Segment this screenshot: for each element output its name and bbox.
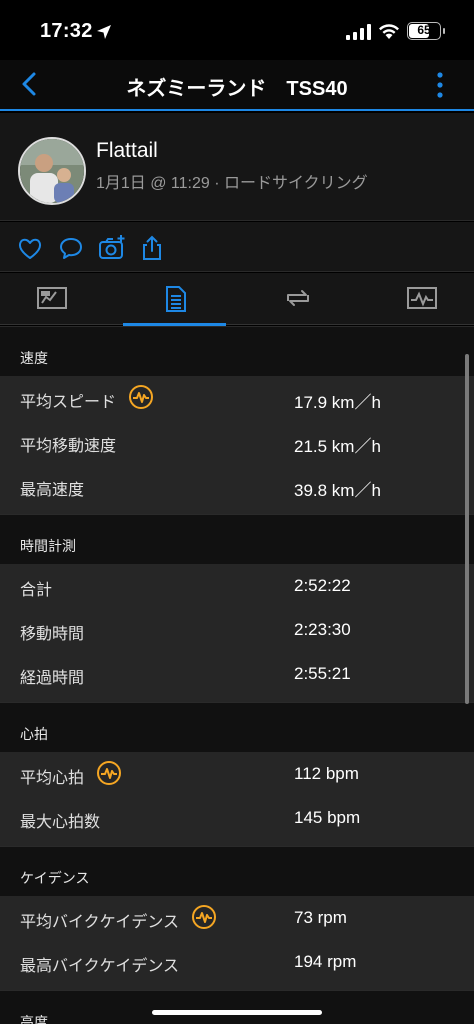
stat-row: 最大心拍数 145 bpm — [0, 796, 474, 840]
battery-percent: 65 — [417, 23, 431, 37]
more-vertical-icon[interactable] — [430, 70, 450, 100]
tab-map[interactable] — [0, 273, 103, 325]
section-header: 心拍 — [0, 702, 474, 752]
stat-label: 平均心拍 — [20, 770, 85, 787]
location-arrow-icon — [97, 25, 111, 39]
battery-icon: 65 — [407, 22, 441, 40]
stat-label: 平均移動速度 — [20, 438, 117, 455]
stat-row: 最高バイクケイデンス 194 rpm — [0, 940, 474, 984]
tab-laps[interactable] — [246, 273, 349, 325]
wifi-icon — [379, 24, 399, 39]
cellular-signal-icon — [346, 24, 371, 40]
heart-icon[interactable] — [16, 234, 44, 262]
heart-rate-badge-icon[interactable] — [96, 760, 122, 786]
section-title: 高度 — [20, 1014, 48, 1024]
stat-value: 73 rpm — [294, 908, 347, 927]
stat-value: 2:55:21 — [294, 664, 351, 683]
stat-value: 21.5 km／h — [294, 437, 381, 456]
stat-label: 合計 — [20, 582, 53, 599]
status-bar: 17:32 65 — [0, 0, 474, 60]
tab-chart[interactable] — [370, 273, 473, 325]
section-title: 速度 — [20, 350, 48, 366]
home-indicator — [152, 1010, 322, 1015]
stat-value: 2:23:30 — [294, 620, 351, 639]
page-title: ネズミーランド TSS40 — [126, 78, 348, 100]
stat-label: 最大心拍数 — [20, 814, 101, 831]
chart-icon — [407, 287, 437, 309]
section-title: ケイデンス — [20, 870, 90, 886]
stat-value: 194 rpm — [294, 952, 357, 971]
stat-row: 平均バイクケイデンス 73 rpm — [0, 896, 474, 940]
add-photo-icon[interactable] — [98, 234, 126, 262]
stat-label: 最高バイクケイデンス — [20, 958, 180, 975]
activity-header: Flattail 1月1日 @ 11:29 · ロードサイクリング — [0, 113, 474, 221]
stat-label: 移動時間 — [20, 626, 85, 643]
scrollbar[interactable] — [465, 354, 469, 704]
stat-row: 平均移動速度 21.5 km／h — [0, 420, 474, 464]
comment-icon[interactable] — [57, 234, 85, 262]
stat-value: 145 bpm — [294, 808, 361, 827]
stat-row: 最高速度 39.8 km／h — [0, 464, 474, 508]
stat-label: 平均バイクケイデンス — [20, 914, 180, 931]
stat-row: 合計 2:52:22 — [0, 564, 474, 608]
stat-value: 2:52:22 — [294, 576, 351, 595]
section-header: 高度 — [0, 990, 474, 1024]
stat-label: 経過時間 — [20, 670, 85, 687]
map-icon — [37, 287, 67, 309]
stats-list[interactable]: 速度平均スピード 17.9 km／h 平均移動速度 21.5 km／h 最高速度 39.8… — [0, 326, 474, 1024]
stat-label: 最高速度 — [20, 482, 85, 499]
tab-bar — [0, 273, 474, 326]
laps-icon — [287, 290, 309, 306]
user-name[interactable]: Flattail — [96, 139, 158, 163]
nav-bar: ネズミーランド TSS40 — [0, 60, 474, 111]
section-title: 心拍 — [20, 726, 48, 742]
section-header: 速度 — [0, 326, 474, 376]
heart-rate-badge-icon[interactable] — [128, 384, 154, 410]
stat-row: 平均心拍 112 bpm — [0, 752, 474, 796]
stat-value: 112 bpm — [294, 764, 359, 783]
activity-datetime-type: 1月1日 @ 11:29 · ロードサイクリング — [96, 175, 368, 192]
stat-row: 平均スピード 17.9 km／h — [0, 376, 474, 420]
section-header: 時間計測 — [0, 514, 474, 564]
section-header: ケイデンス — [0, 846, 474, 896]
section-title: 時間計測 — [20, 538, 76, 554]
stat-label: 平均スピード — [20, 394, 117, 411]
tab-stats[interactable] — [123, 273, 226, 326]
avatar[interactable] — [18, 137, 86, 205]
back-chevron-icon[interactable] — [16, 70, 44, 98]
heart-rate-badge-icon[interactable] — [191, 904, 217, 930]
stat-value: 39.8 km／h — [294, 481, 381, 500]
action-bar — [0, 222, 474, 272]
stats-list-icon — [166, 286, 186, 312]
stat-row: 移動時間 2:23:30 — [0, 608, 474, 652]
stat-row: 経過時間 2:55:21 — [0, 652, 474, 696]
share-icon[interactable] — [138, 234, 166, 262]
stat-value: 17.9 km／h — [294, 393, 381, 412]
status-time: 17:32 — [40, 20, 93, 42]
